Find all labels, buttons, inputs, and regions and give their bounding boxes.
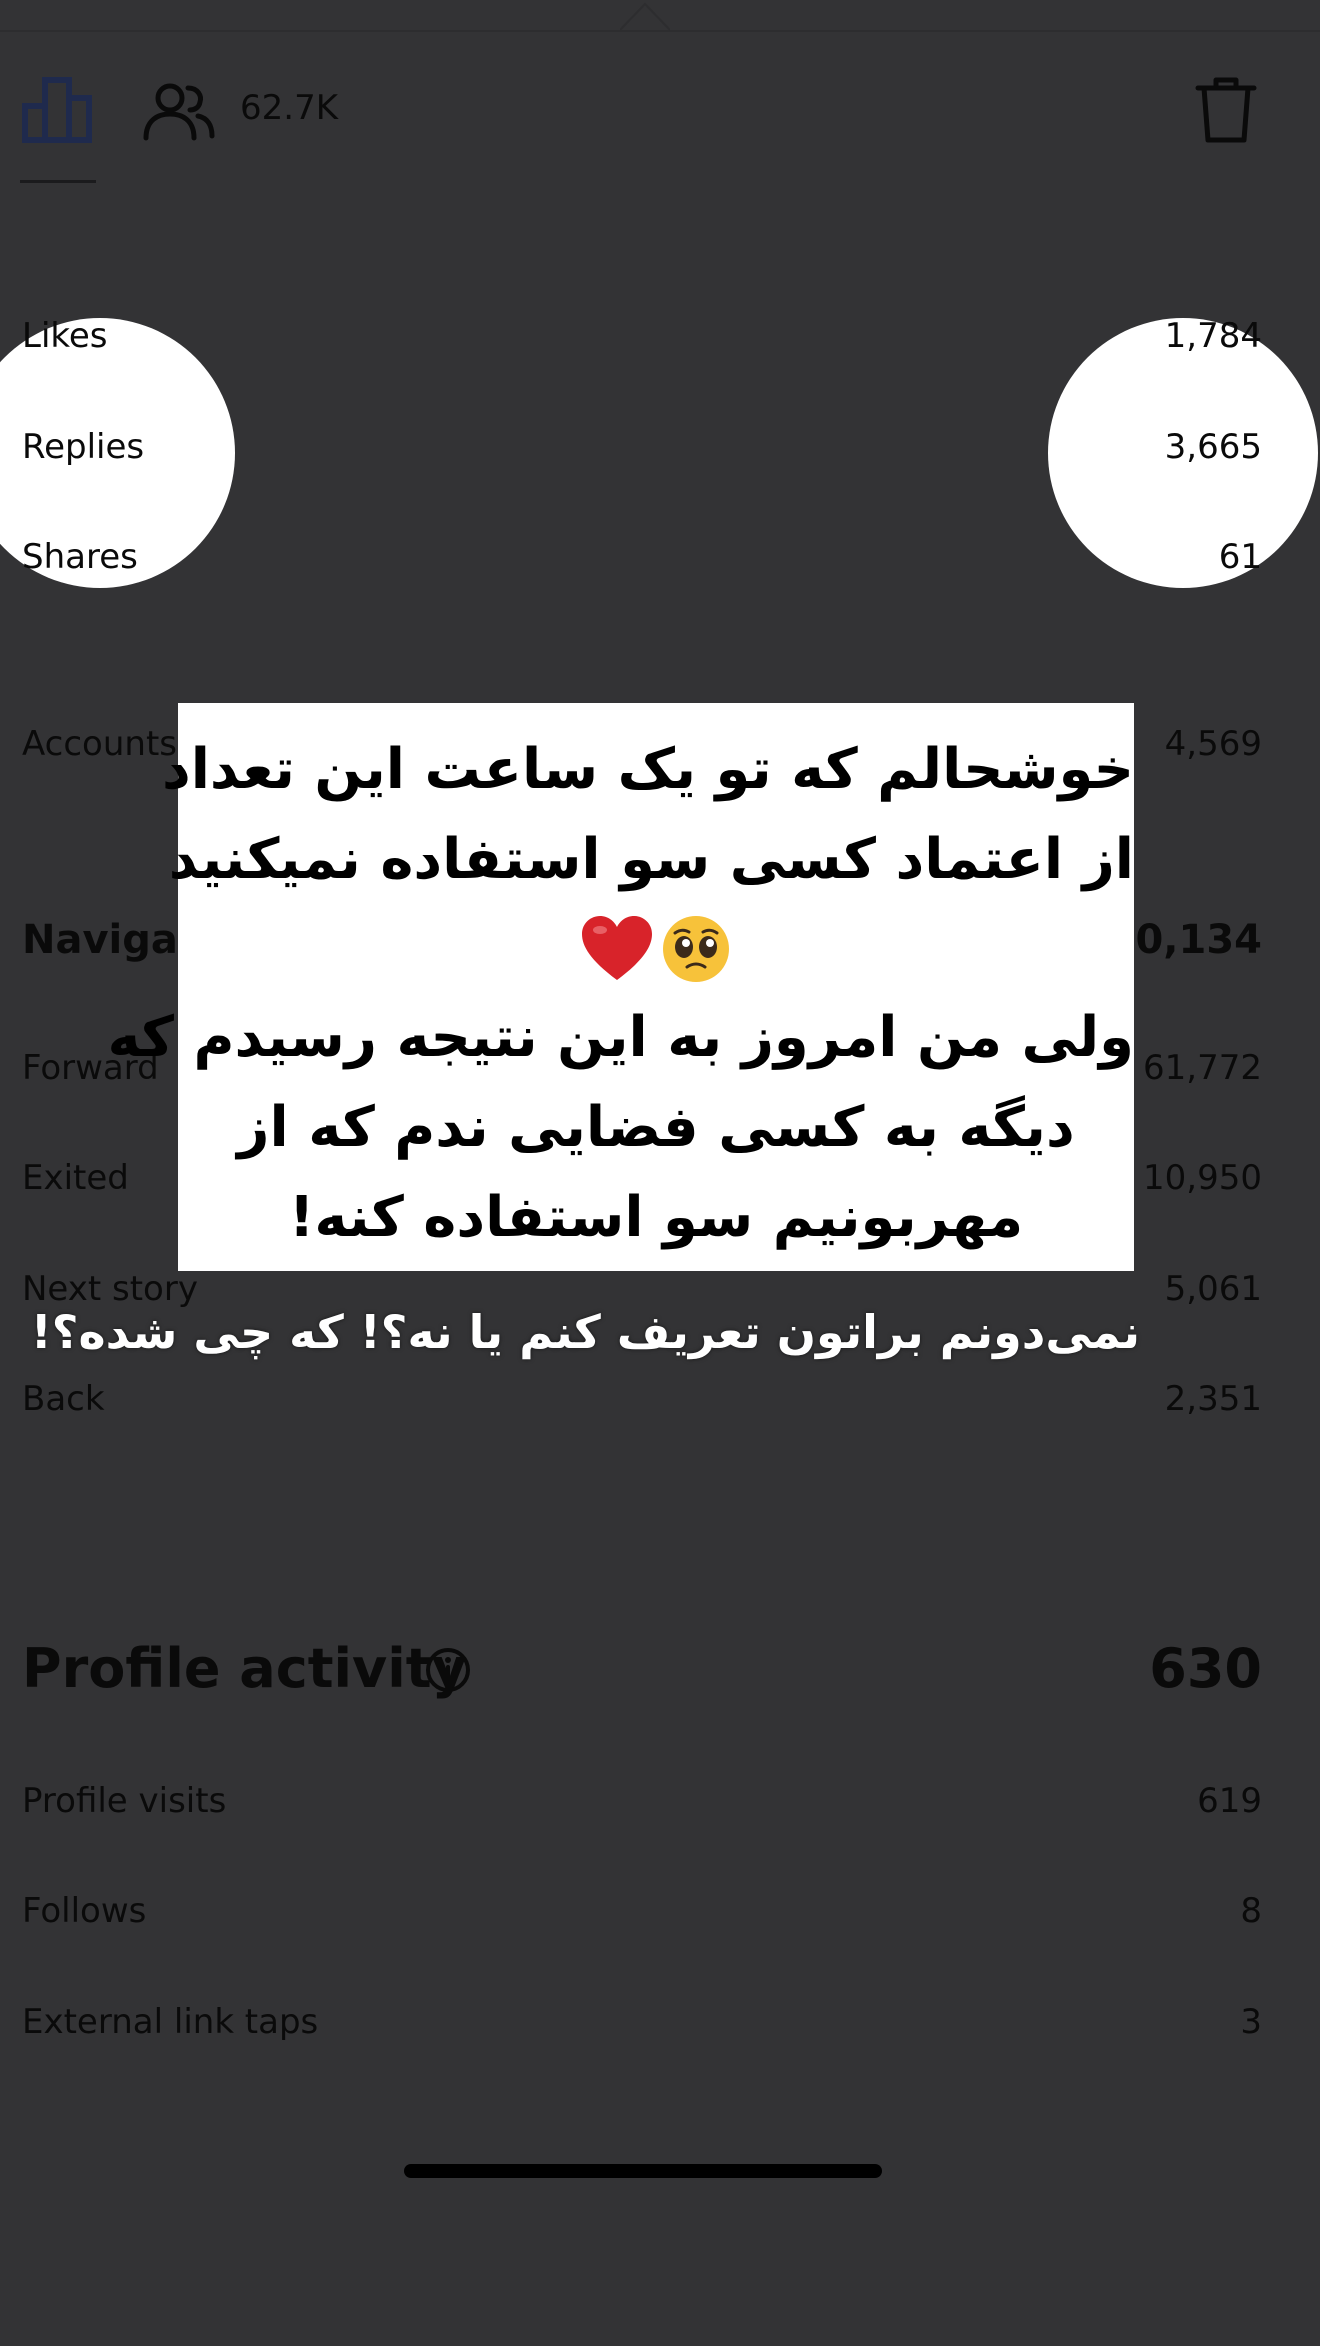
exited-label: Exited [22,1158,129,1198]
viewers-people-icon[interactable] [142,80,216,142]
external-link-taps-label: External link taps [22,2002,319,2042]
shares-label-overlay: Shares [22,537,138,577]
next-story-value: 5,061 [1164,1269,1262,1309]
card-line-3: ولی من امروز به این نتیجه رسیدم که [107,1005,1134,1070]
replies-label-overlay: Replies [22,427,145,467]
replies-value-overlay: 3,665 [1164,427,1262,467]
likes-value-overlay: 1,784 [1164,316,1262,356]
shares-value-overlay: 61 [1218,537,1262,577]
profile-visits-label: Profile visits [22,1781,227,1821]
card-line-1: خوشحالم که تو یک ساعت این تعداد [161,737,1134,802]
back-value: 2,351 [1164,1379,1262,1419]
external-link-taps-value: 3 [1240,2002,1262,2042]
card-line-4: دیگه به کسی فضایی ندم که از [237,1095,1075,1160]
views-count: 62.7K [240,88,338,128]
active-tab-indicator [20,180,96,183]
story-text-card: خوشحالم که تو یک ساعت این تعداد از اعتما… [107,703,1134,1271]
trash-icon[interactable] [1194,74,1258,146]
navigation-title: Navigat [22,917,197,963]
follows-value: 8 [1240,1891,1262,1931]
profile-activity-total: 630 [1149,1637,1262,1700]
profile-activity-title: Profile activity [22,1637,467,1700]
exited-value: 10,950 [1143,1158,1262,1198]
pleading-face-emoji [663,916,729,982]
emoji-row [178,905,1134,993]
likes-label-overlay: Likes [22,316,108,356]
accounts-label: Accounts [22,724,177,764]
card-line-2: از اعتماد کسی سو استفاده نمیکنید [168,827,1134,892]
insights-bar-chart-icon[interactable] [22,76,94,144]
forward-value: 61,772 [1143,1048,1262,1088]
accounts-value: 4,569 [1164,724,1262,764]
red-heart-emoji [582,916,652,980]
story-caption: نمی‌دونم براتون تعریف کنم یا نه؟! که چی … [30,1305,1140,1359]
next-story-label: Next story [22,1269,198,1309]
follows-label: Follows [22,1891,147,1931]
back-label: Back [22,1379,105,1419]
card-line-5: مهربونیم سو استفاده کنه! [288,1185,1024,1250]
info-icon[interactable] [424,1646,472,1694]
home-indicator[interactable] [404,2164,882,2178]
insights-header: 62.7K [0,0,1320,190]
profile-visits-value: 619 [1197,1781,1262,1821]
